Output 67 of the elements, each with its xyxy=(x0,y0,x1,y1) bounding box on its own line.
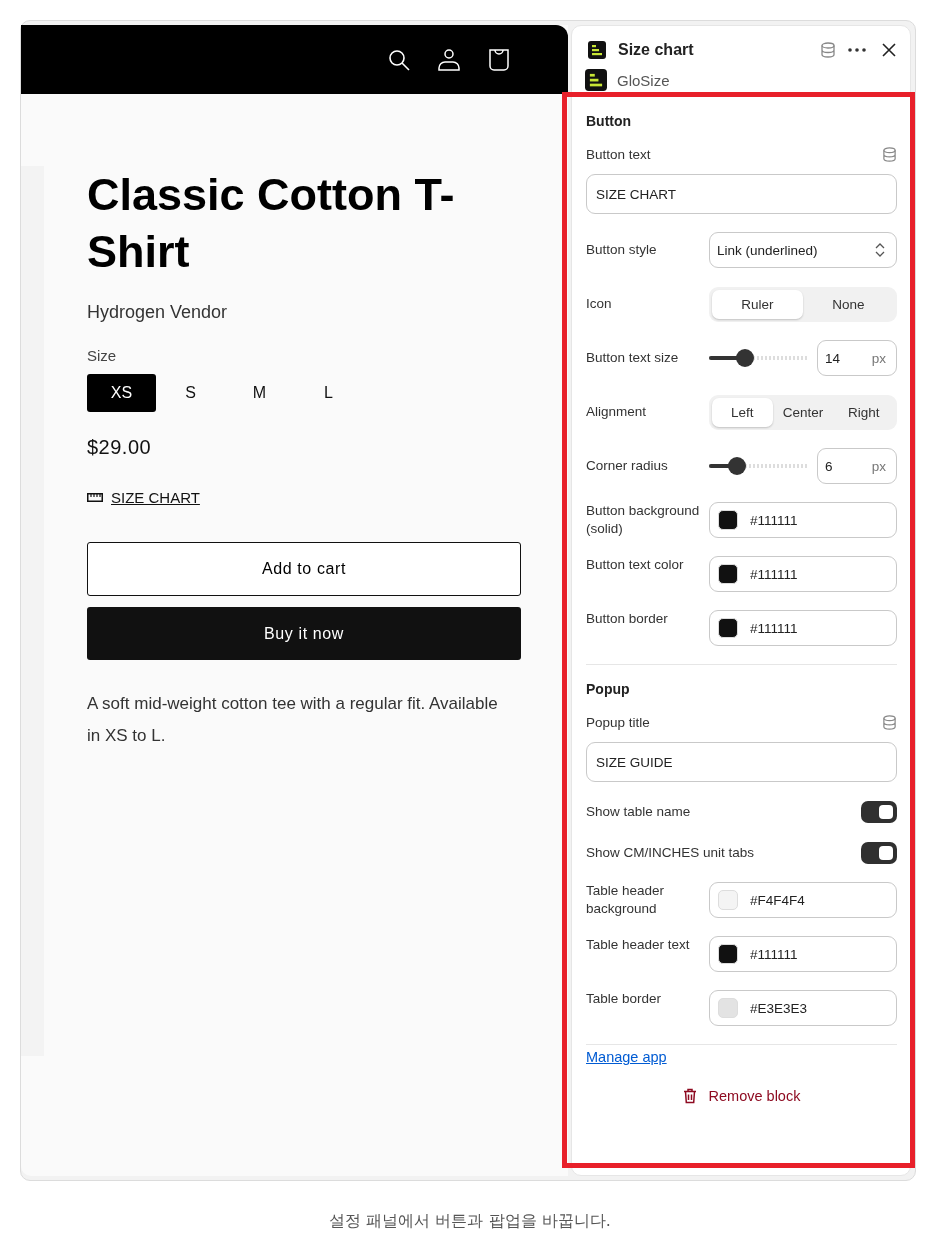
toggle-switch[interactable] xyxy=(861,800,897,823)
segment-option[interactable]: Ruler xyxy=(712,289,803,319)
account-icon[interactable] xyxy=(437,47,461,72)
bag-icon[interactable] xyxy=(487,47,511,72)
ruler-icon xyxy=(87,493,103,502)
select-field[interactable]: Link (underlined) xyxy=(709,232,897,268)
setting-label: Corner radius xyxy=(586,457,669,475)
database-icon[interactable] xyxy=(820,42,836,58)
setting-label: Show CM/INCHES unit tabs xyxy=(586,843,756,862)
database-icon[interactable] xyxy=(882,147,897,162)
size-option[interactable]: M xyxy=(225,374,294,412)
product-description: A soft mid-weight cotton tee with a regular fit. Available in XS to L. xyxy=(87,693,499,747)
setting-label: Table header text xyxy=(586,936,691,954)
segment-option[interactable]: None xyxy=(803,289,894,319)
color-field[interactable]: #111111 xyxy=(709,502,897,538)
setting-label: Table header background xyxy=(586,882,666,918)
section-heading: Button xyxy=(586,113,633,129)
vendor-name: Hydrogen Vendor xyxy=(87,302,229,323)
size-option[interactable]: S xyxy=(156,374,225,412)
size-option[interactable]: XS xyxy=(87,374,156,412)
size-chart-link[interactable]: SIZE CHART xyxy=(111,489,200,506)
size-option[interactable]: L xyxy=(294,374,363,412)
database-icon[interactable] xyxy=(882,715,897,730)
setting-label: Popup title xyxy=(586,715,650,730)
text-field[interactable]: SIZE CHART xyxy=(586,174,897,214)
segment-option[interactable]: Right xyxy=(833,397,894,427)
app-logo-icon xyxy=(588,41,606,59)
product-title: Classic Cotton T-Shirt xyxy=(87,168,456,279)
caption: 설정 패널에서 버튼과 팝업을 바꿉니다. xyxy=(328,1211,612,1232)
color-field[interactable]: #111111 xyxy=(709,556,897,592)
price: $29.00 xyxy=(87,436,153,459)
search-icon[interactable] xyxy=(387,47,411,72)
app-logo-icon xyxy=(585,69,607,91)
color-field[interactable]: #E3E3E3 xyxy=(709,990,897,1026)
setting-label: Button border xyxy=(586,610,669,628)
segment-option[interactable]: Center xyxy=(772,397,834,427)
setting-label: Button text size xyxy=(586,349,680,367)
text-field[interactable]: SIZE GUIDE xyxy=(586,742,897,782)
manage-app-link[interactable]: Manage app xyxy=(586,1049,667,1065)
size-label: Size xyxy=(87,347,118,364)
close-icon[interactable] xyxy=(882,43,896,57)
setting-label: Button text xyxy=(586,147,651,162)
buy-now-button[interactable]: Buy it now xyxy=(87,607,521,660)
setting-label: Icon xyxy=(586,295,613,313)
remove-block-button[interactable]: Remove block xyxy=(676,1087,807,1105)
color-field[interactable]: #111111 xyxy=(709,610,897,646)
more-icon[interactable] xyxy=(848,48,866,52)
chevron-updown-icon xyxy=(875,243,885,257)
setting-label: Button background (solid) xyxy=(586,502,701,538)
color-field[interactable]: #111111 xyxy=(709,936,897,972)
setting-label: Button text color xyxy=(586,556,685,574)
setting-label: Table border xyxy=(586,990,663,1008)
section-heading: Popup xyxy=(586,681,631,697)
app-name: GloSize xyxy=(617,71,670,89)
trash-icon xyxy=(682,1088,697,1104)
segment-option[interactable]: Left xyxy=(712,397,773,427)
panel-title: Size chart xyxy=(618,41,695,59)
setting-label: Alignment xyxy=(586,403,648,421)
number-field[interactable]: 6 px xyxy=(817,448,897,484)
color-field[interactable]: #F4F4F4 xyxy=(709,882,897,918)
setting-label: Button style xyxy=(586,241,658,259)
slider-thumb[interactable] xyxy=(727,457,746,475)
toggle-switch[interactable] xyxy=(861,841,897,864)
slider-thumb[interactable] xyxy=(735,349,754,367)
setting-label: Show table name xyxy=(586,802,692,821)
add-to-cart-button[interactable]: Add to cart xyxy=(87,542,521,596)
number-field[interactable]: 14 px xyxy=(817,340,897,376)
